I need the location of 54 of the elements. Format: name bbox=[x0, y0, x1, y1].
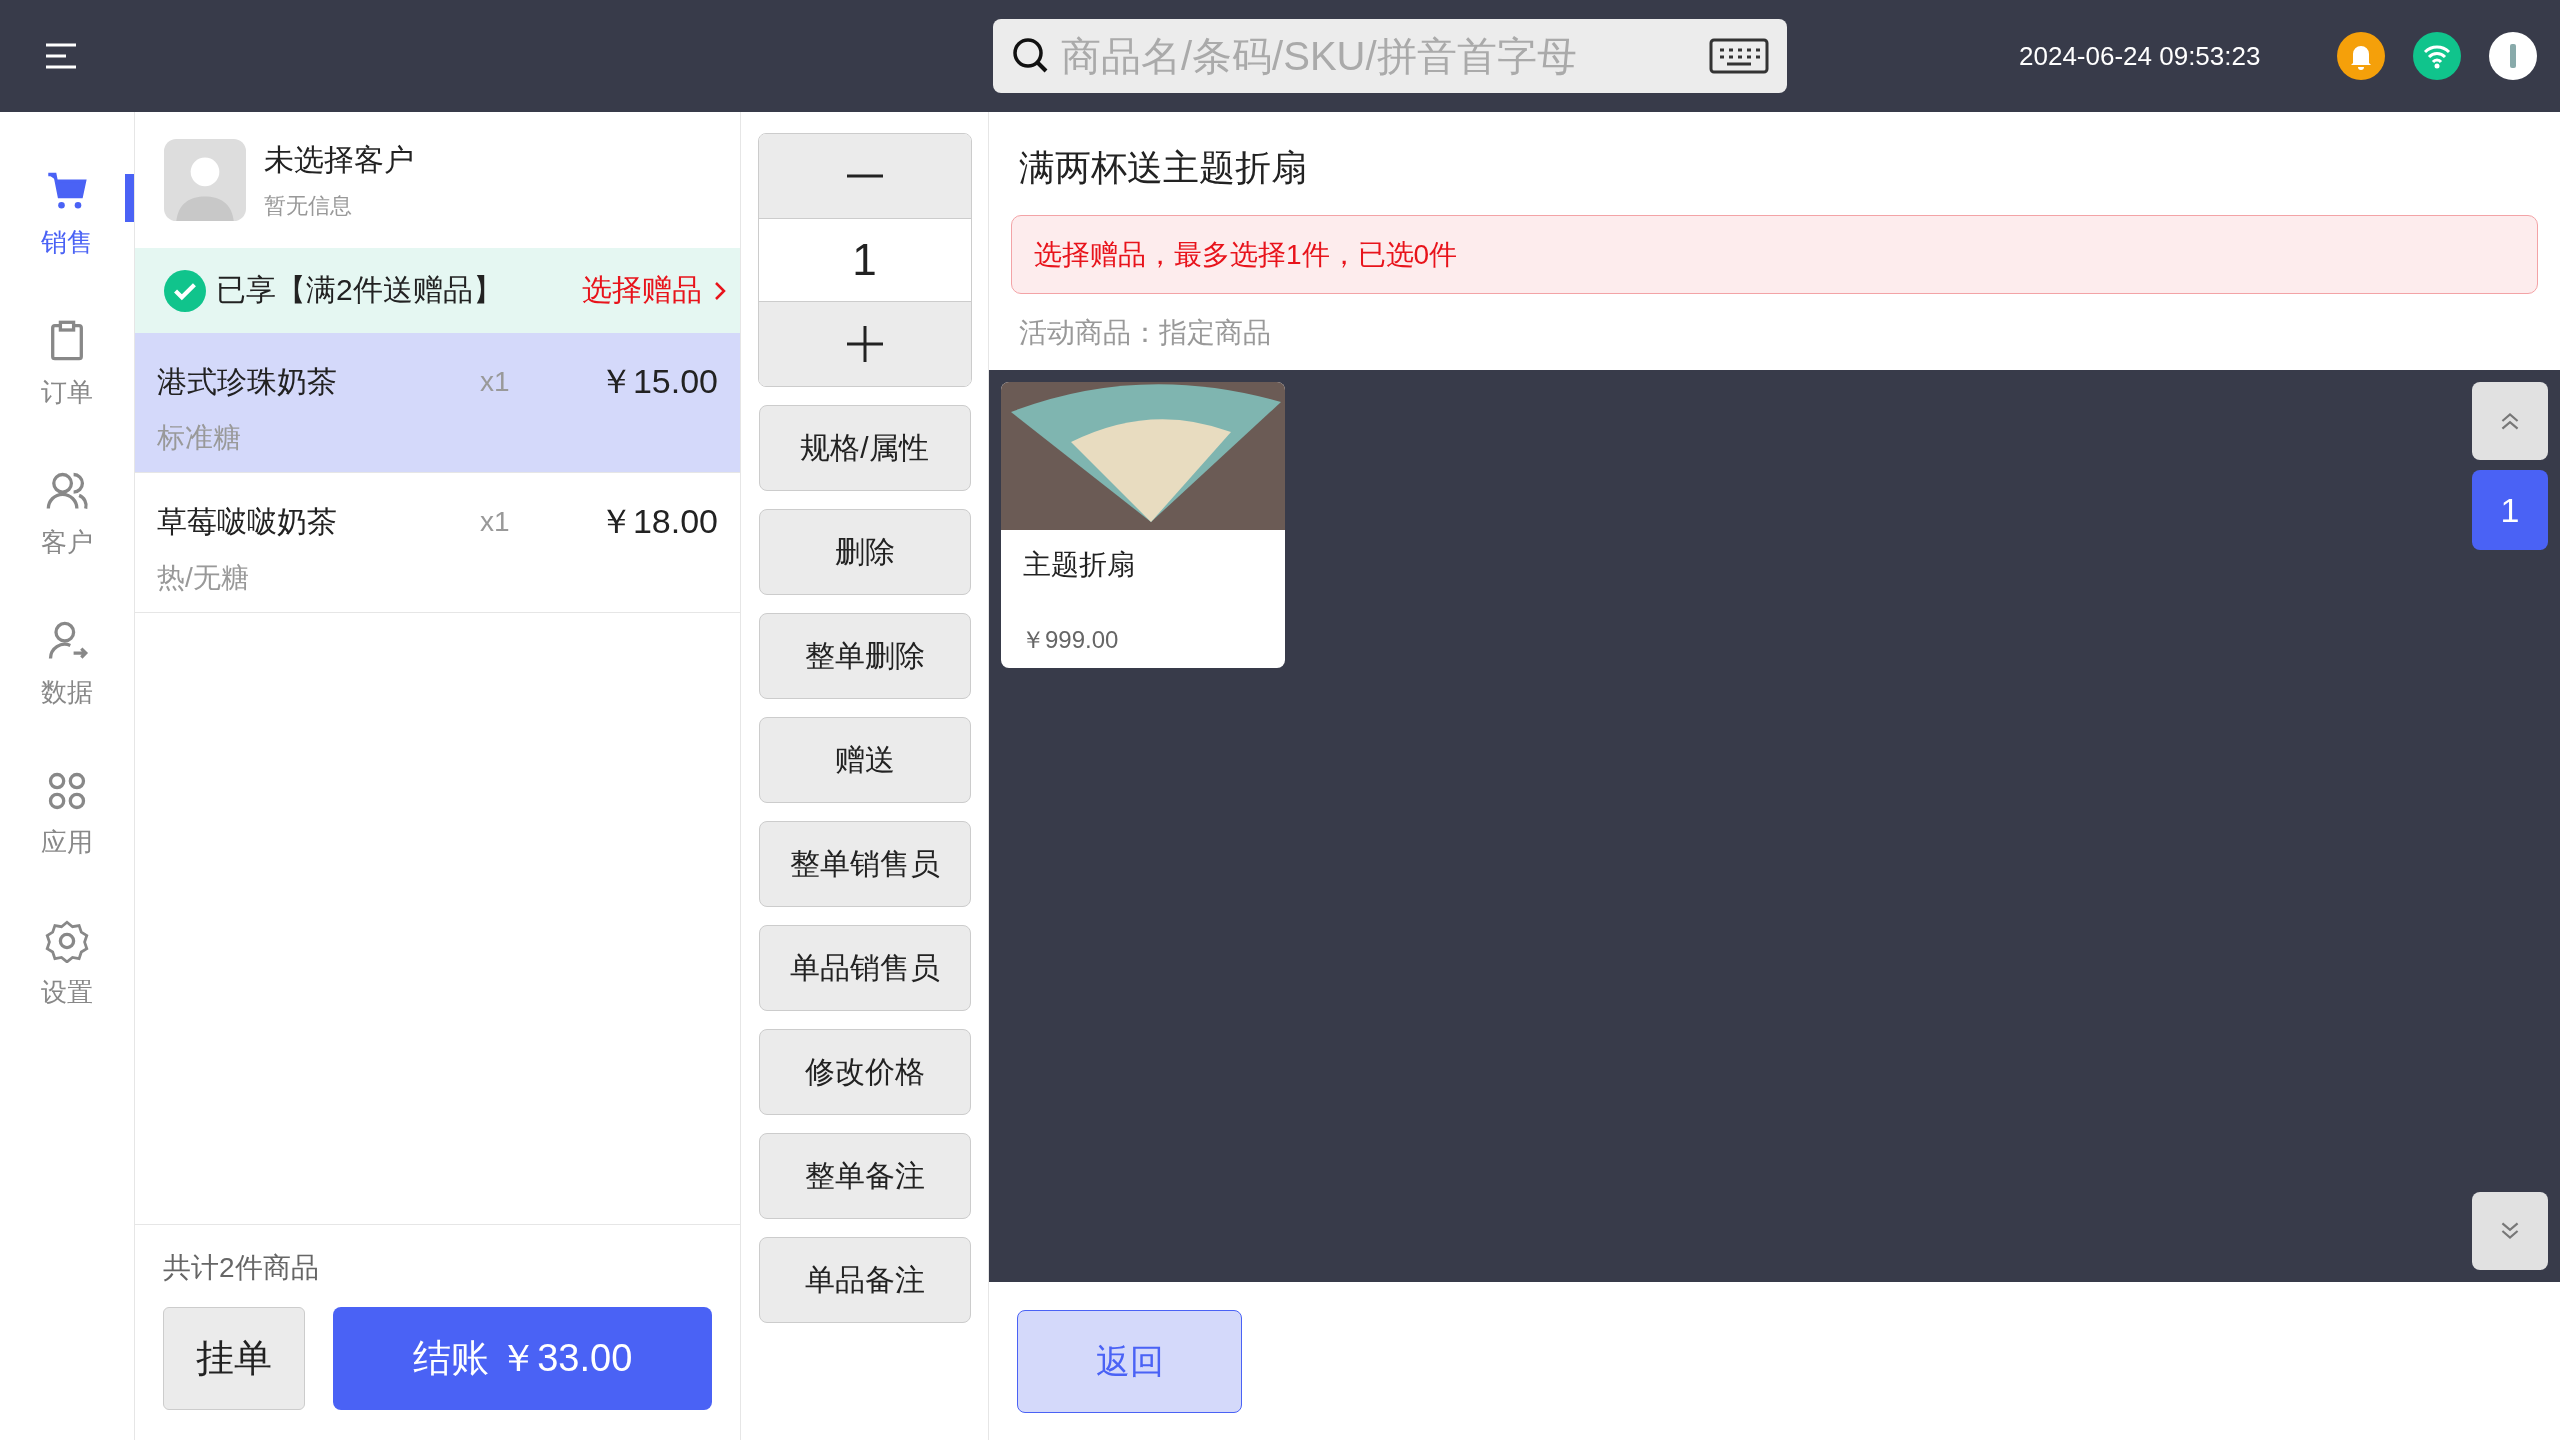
action-button[interactable]: 单品销售员 bbox=[758, 925, 971, 1011]
promotion-title: 满两杯送主题折扇 bbox=[1019, 146, 1308, 190]
action-button[interactable]: 整单销售员 bbox=[758, 821, 971, 907]
action-button[interactable]: 删除 bbox=[758, 509, 971, 595]
alert-message: 选择赠品，最多选择1件，已选0件 bbox=[1011, 215, 2538, 294]
item-spec: 热/无糖 bbox=[157, 561, 249, 595]
page-number-button[interactable]: 1 bbox=[2472, 470, 2548, 550]
item-quantity: x1 bbox=[480, 366, 511, 398]
checkout-button[interactable]: 结账 ￥33.00 bbox=[333, 1307, 712, 1410]
plus-icon bbox=[844, 324, 885, 364]
menu-icon[interactable] bbox=[44, 42, 78, 70]
active-indicator bbox=[125, 174, 134, 222]
keyboard-icon[interactable] bbox=[1709, 38, 1769, 74]
promotion-text: 已享【满2件送赠品】 bbox=[216, 272, 504, 308]
search-field[interactable]: 商品名/条码/SKU/拼音首字母 bbox=[993, 19, 1787, 93]
item-quantity: x1 bbox=[480, 506, 511, 538]
order-item[interactable]: 草莓啵啵奶茶 x1 ￥18.00 热/无糖 bbox=[135, 473, 740, 613]
action-button[interactable]: 规格/属性 bbox=[758, 405, 971, 491]
order-item[interactable]: 港式珍珠奶茶 x1 ￥15.00 标准糖 bbox=[135, 333, 740, 473]
datetime-text: 2024-06-24 09:53:23 bbox=[2019, 40, 2262, 72]
customer-name: 未选择客户 bbox=[264, 141, 414, 178]
sidebar-item[interactable]: 设置 bbox=[0, 909, 134, 1059]
sidebar-item[interactable]: 数据 bbox=[0, 609, 134, 759]
quantity-field[interactable]: 1 bbox=[758, 218, 971, 302]
action-button[interactable]: 整单备注 bbox=[758, 1133, 971, 1219]
product-card[interactable]: 主题折扇 ￥999.00 bbox=[1001, 382, 1285, 668]
action-button[interactable]: 修改价格 bbox=[758, 1029, 971, 1115]
sidebar-item[interactable]: 销售 bbox=[0, 159, 134, 309]
sidebar-item[interactable]: 应用 bbox=[0, 759, 134, 909]
hold-button[interactable]: 挂单 bbox=[163, 1307, 305, 1410]
product-price: ￥999.00 bbox=[1021, 625, 1120, 655]
minus-icon bbox=[844, 174, 885, 178]
item-price: ￥15.00 bbox=[598, 361, 718, 402]
item-name: 草莓啵啵奶茶 bbox=[157, 503, 338, 540]
check-icon bbox=[164, 269, 206, 312]
bell-icon[interactable] bbox=[2337, 32, 2385, 80]
product-name: 主题折扇 bbox=[1023, 548, 1136, 582]
wifi-icon[interactable] bbox=[2413, 32, 2461, 80]
select-gift-link[interactable]: 选择赠品 bbox=[582, 270, 726, 311]
sidebar-item[interactable]: 订单 bbox=[0, 309, 134, 459]
scope-text: 活动商品：指定商品 bbox=[1019, 316, 1272, 350]
item-name: 港式珍珠奶茶 bbox=[157, 363, 338, 400]
action-button[interactable]: 整单删除 bbox=[758, 613, 971, 699]
info-icon[interactable] bbox=[2489, 32, 2537, 80]
settings-icon bbox=[45, 919, 89, 963]
action-button[interactable]: 单品备注 bbox=[758, 1237, 971, 1323]
action-button[interactable]: 赠送 bbox=[758, 717, 971, 803]
item-price: ￥18.00 bbox=[598, 501, 718, 542]
total-count: 共计2件商品 bbox=[163, 1251, 320, 1285]
chevron-right-icon bbox=[714, 280, 726, 301]
sidebar-item[interactable]: 客户 bbox=[0, 459, 134, 609]
avatar-icon bbox=[164, 139, 246, 221]
customer-info: 暂无信息 bbox=[264, 191, 353, 220]
item-spec: 标准糖 bbox=[157, 421, 241, 455]
